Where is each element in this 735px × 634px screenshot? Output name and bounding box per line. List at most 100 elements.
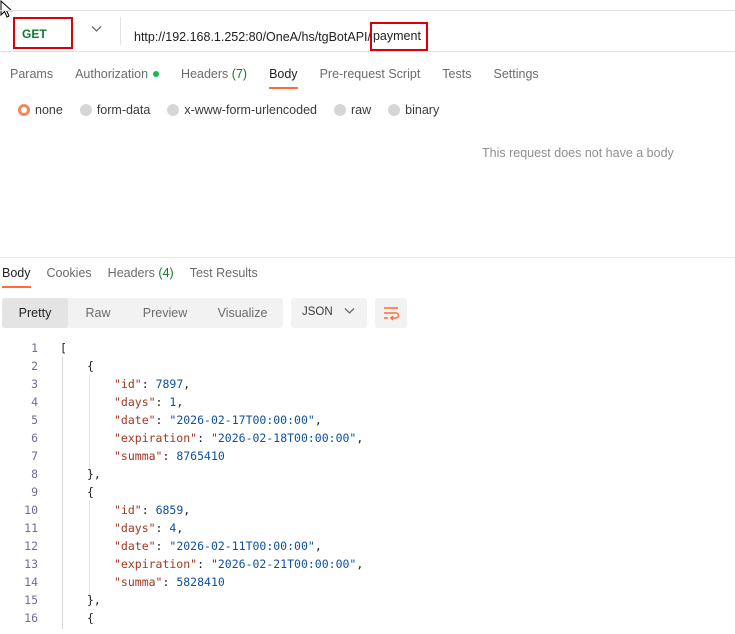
radio-unselected-icon [79,104,92,116]
radio-none[interactable]: none [18,103,63,117]
code-line: 11 "days": 4, [0,519,735,537]
line-number: 13 [24,557,38,571]
code-line-content: "expiration": "2026-02-18T00:00:00", [114,429,363,447]
line-number: 4 [31,395,38,409]
json-punctuation: , [176,521,184,535]
tab-settings[interactable]: Settings [493,67,538,89]
json-punctuation: }, [87,467,101,481]
code-line-content: }, [87,591,101,609]
tab-body[interactable]: Body [269,67,298,89]
line-number: 5 [31,413,38,427]
json-key: "summa" [114,575,163,589]
json-string: "2026-02-21T00:00:00" [210,557,357,571]
view-raw-button[interactable]: Raw [68,298,128,328]
tab-params[interactable]: Params [10,67,53,89]
json-punctuation: [ [60,341,67,355]
code-line: 12 "date": "2026-02-11T00:00:00", [0,537,735,555]
json-punctuation: }, [87,593,101,607]
response-tab-body[interactable]: Body [2,266,31,288]
json-punctuation: , [176,395,184,409]
json-key: "expiration" [114,557,198,571]
view-preview-button[interactable]: Preview [128,298,202,328]
view-visualize-button[interactable]: Visualize [202,298,283,328]
json-punctuation: { [87,359,94,373]
tab-headers[interactable]: Headers (7) [181,67,247,89]
code-line-content: "date": "2026-02-11T00:00:00", [114,537,322,555]
line-number: 11 [24,521,38,535]
radio-urlencoded[interactable]: x-www-form-urlencoded [167,103,317,117]
line-number: 1 [31,341,38,355]
code-line-content: "id": 6859, [114,501,190,519]
response-tabs: Body Cookies Headers (4) Test Results [2,266,274,288]
code-line: 4 "days": 1, [0,393,735,411]
code-line: 7 "summa": 8765410 [0,447,735,465]
json-punctuation: : [155,521,170,535]
code-line-content: [ [60,339,67,357]
code-line-content: { [87,609,94,627]
response-tab-headers[interactable]: Headers (4) [108,266,174,288]
json-punctuation: : [155,395,170,409]
code-line-content: "date": "2026-02-17T00:00:00", [114,411,322,429]
radio-raw[interactable]: raw [334,103,371,117]
body-type-options: none form-data x-www-form-urlencoded raw… [18,103,456,117]
green-dot-icon [153,71,160,77]
url-input[interactable]: http://192.168.1.252:80/OneA/hs/tgBotAPI… [134,22,428,52]
code-line: 16 { [0,609,735,627]
json-key: "days" [114,521,156,535]
response-format-label: JSON [302,306,333,318]
code-line-content: "expiration": "2026-02-21T00:00:00", [114,555,363,573]
line-number: 3 [31,377,38,391]
code-line: 2{ [0,357,735,375]
json-key: "expiration" [114,431,198,445]
radio-form-data[interactable]: form-data [79,103,151,117]
code-line: 13 "expiration": "2026-02-21T00:00:00", [0,555,735,573]
divider [120,17,121,45]
tab-authorization[interactable]: Authorization [75,67,160,89]
code-line-content: }, [87,465,101,483]
url-highlighted-segment: payment [369,22,428,51]
view-pretty-button[interactable]: Pretty [2,298,68,328]
code-line: 9{ [0,483,735,501]
response-tab-test-results[interactable]: Test Results [190,266,258,288]
json-number: 5828410 [176,575,225,589]
json-key: "days" [114,395,156,409]
line-number: 7 [31,449,38,463]
json-punctuation: : [155,413,170,427]
json-key: "date" [114,539,156,553]
tab-authorization-label: Authorization [75,67,149,81]
tab-headers-count: (7) [231,67,248,81]
json-punctuation: : [141,503,156,517]
json-number: 6859 [155,503,184,517]
json-punctuation: : [141,377,156,391]
code-line-content: "id": 7897, [114,375,190,393]
json-punctuation: , [314,413,322,427]
response-body-viewer[interactable]: 1[2{3 "id": 7897, 4 "days": 1, 5 "date": "202… [0,339,735,627]
line-number: 6 [31,431,38,445]
radio-unselected-icon [388,104,401,116]
radio-binary[interactable]: binary [388,103,439,117]
chevron-down-icon[interactable] [91,24,102,36]
code-line: 8}, [0,465,735,483]
code-line: 3 "id": 7897, [0,375,735,393]
json-punctuation: : [197,431,211,445]
json-punctuation: , [314,539,322,553]
http-method-select[interactable]: GET [13,17,73,49]
radio-form-data-label: form-data [96,103,151,117]
line-number: 12 [24,539,38,553]
json-punctuation: : [155,539,170,553]
pane-divider[interactable] [0,257,735,258]
response-format-select[interactable]: JSON [291,298,367,328]
json-number: 7897 [155,377,184,391]
tab-tests[interactable]: Tests [442,67,471,89]
line-number: 15 [24,593,38,607]
code-line: 1[ [0,339,735,357]
json-punctuation: { [87,611,94,625]
wrap-lines-button[interactable] [375,298,407,328]
tab-headers-label: Headers [181,67,229,81]
code-line-content: "days": 1, [114,393,183,411]
url-base: http://192.168.1.252:80/OneA/hs/tgBotAPI… [134,30,371,44]
http-method-label: GET [22,27,47,41]
radio-selected-icon [18,104,30,116]
response-tab-cookies[interactable]: Cookies [47,266,92,288]
tab-pre-request-script[interactable]: Pre-request Script [320,67,421,89]
